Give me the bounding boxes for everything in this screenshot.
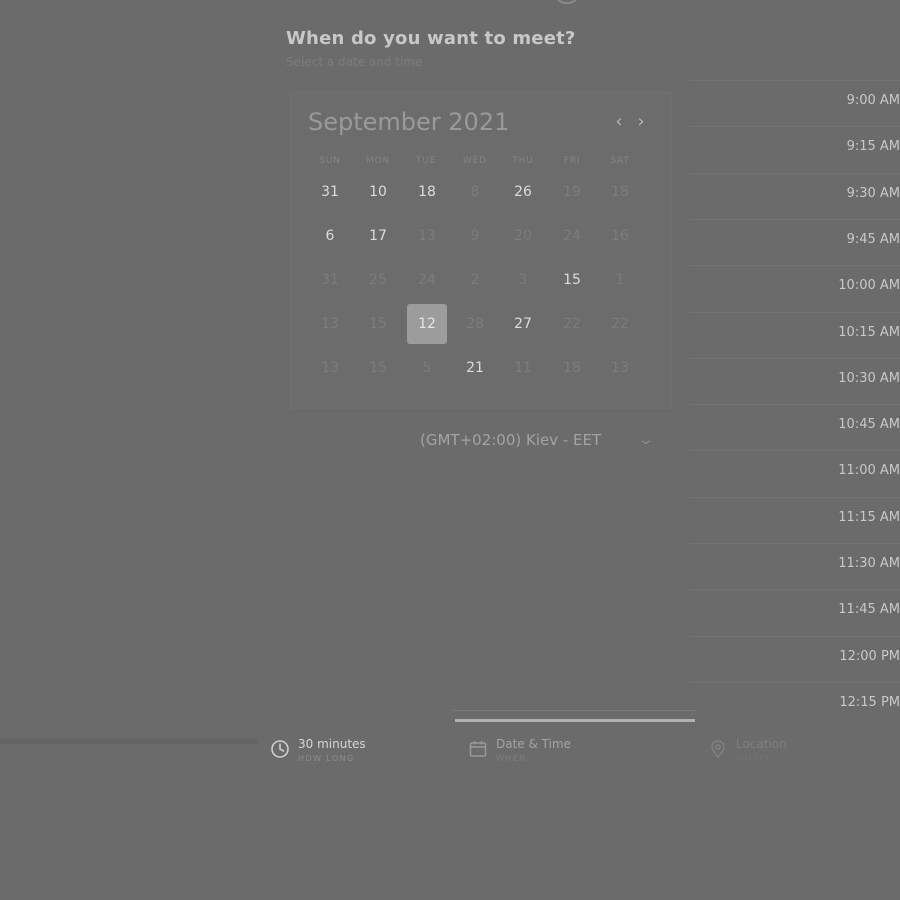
time-slot-label: 9:00 AM: [846, 93, 900, 108]
timezone-select[interactable]: (GMT+02:00) Kiev - EET: [420, 428, 660, 452]
time-slot-button[interactable]: 12:15 PM: [690, 681, 900, 727]
page-subtitle: Select a date and time: [286, 55, 423, 69]
step-subtitle: WHEN: [496, 754, 527, 763]
calendar-day: 13: [321, 360, 339, 376]
time-slot-button[interactable]: 10:15 AM: [690, 311, 900, 357]
time-slot-button[interactable]: 11:30 AM: [690, 543, 900, 588]
calendar-day[interactable]: 17: [358, 216, 398, 256]
time-slot-label: 9:30 AM: [846, 185, 900, 201]
calendar-day: 24: [418, 272, 436, 288]
step-title: Date & Time: [496, 737, 572, 751]
time-slot-button[interactable]: 10:30 AM: [690, 357, 900, 403]
calendar-day-selected[interactable]: 12: [407, 304, 447, 344]
calendar-day: 28: [466, 316, 484, 332]
calendar-day: 13: [611, 360, 629, 376]
chevron-down-icon: ⌄: [637, 432, 655, 448]
calendar-month-title: September 2021: [308, 108, 510, 136]
weekday-label: SAT: [610, 156, 630, 166]
time-slot-button[interactable]: 10:45 AM: [690, 404, 900, 449]
calendar-day: 2: [470, 272, 480, 288]
time-slot-label: 11:30 AM: [838, 556, 900, 571]
time-slot-label: 10:15 AM: [838, 324, 900, 340]
calendar-day[interactable]: 27: [503, 304, 543, 344]
progress-bar: [455, 719, 695, 722]
time-slot-button[interactable]: 9:45 AM: [690, 218, 900, 264]
weekday-label: TUE: [415, 156, 437, 166]
time-slot-button[interactable]: 11:45 AM: [690, 589, 900, 634]
calendar-day[interactable]: 6: [310, 216, 350, 256]
calendar-day[interactable]: 10: [358, 172, 398, 212]
time-slot-label: 9:45 AM: [846, 231, 900, 247]
calendar-day: 15: [369, 316, 387, 332]
calendar-day: 18: [611, 184, 629, 200]
time-slot-label: 10:00 AM: [838, 278, 900, 294]
time-slot-label: 11:45 AM: [838, 602, 900, 618]
time-slot-button[interactable]: 9:00 AM: [690, 80, 900, 125]
step-title: 30 minutes: [298, 737, 366, 751]
time-slot-button[interactable]: 10:00 AM: [690, 265, 900, 310]
step-subtitle: HOW LONG: [298, 754, 355, 763]
calendar-day: 13: [418, 228, 436, 244]
page-title: When do you want to meet?: [286, 28, 576, 49]
time-slot-button[interactable]: 11:15 AM: [690, 496, 900, 542]
time-slot-button[interactable]: 9:30 AM: [690, 172, 900, 218]
calendar-day: 18: [563, 360, 581, 376]
time-slot-button[interactable]: 9:15 AM: [690, 126, 900, 171]
calendar-day: 13: [321, 316, 339, 332]
next-month-button[interactable]: ›: [632, 110, 650, 134]
progress-track: [452, 710, 696, 735]
calendar-day: 31: [321, 272, 339, 288]
footer-divider: [0, 738, 258, 744]
time-slot-label: 12:00 PM: [839, 648, 900, 664]
weekday-label: THU: [512, 156, 534, 166]
calendar-day: 16: [611, 228, 629, 244]
step-title: Location: [736, 737, 787, 751]
calendar-day[interactable]: 31: [310, 172, 350, 212]
calendar-day: 11: [514, 360, 532, 376]
time-slot-label: 12:15 PM: [839, 694, 900, 710]
calendar-day: 19: [563, 184, 581, 200]
calendar-day[interactable]: 18: [407, 172, 447, 212]
time-slot-label: 10:30 AM: [838, 370, 900, 386]
calendar-day[interactable]: 21: [455, 348, 495, 388]
time-slot-label: 11:00 AM: [838, 463, 900, 479]
time-slot-label: 10:45 AM: [838, 417, 900, 433]
time-slot-label: 9:15 AM: [846, 139, 900, 155]
calendar-day: 22: [563, 316, 581, 332]
weekday-label: WED: [463, 156, 487, 166]
calendar-day[interactable]: 26: [503, 172, 543, 212]
calendar-day: 22: [611, 316, 629, 332]
previous-month-button[interactable]: ‹: [610, 110, 628, 134]
calendar-icon: [469, 741, 487, 757]
calendar-day: 3: [518, 272, 528, 288]
weekday-label: FRI: [563, 156, 581, 166]
calendar-day: 25: [369, 272, 387, 288]
calendar-day: 5: [422, 360, 432, 376]
calendar-day: 24: [563, 228, 581, 244]
step-subtitle: WHERE: [736, 754, 773, 763]
weekday-label: SUN: [319, 156, 341, 166]
booking-page: When do you want to meet? Select a date …: [0, 0, 900, 900]
top-partial-icon: [554, 0, 580, 4]
time-slot-label: 11:15 AM: [838, 509, 900, 525]
location-pin-icon: [711, 740, 725, 759]
time-slot-button[interactable]: 11:00 AM: [690, 450, 900, 495]
weekday-label: MON: [366, 156, 390, 166]
calendar-day[interactable]: 15: [552, 260, 592, 300]
clock-icon: [271, 740, 289, 758]
calendar-day: 8: [470, 184, 480, 200]
calendar-day: 9: [470, 228, 480, 244]
calendar-day: 20: [514, 228, 532, 244]
calendar-day: 1: [615, 272, 625, 288]
calendar-day: 15: [369, 360, 387, 376]
time-slot-button[interactable]: 12:00 PM: [690, 635, 900, 681]
